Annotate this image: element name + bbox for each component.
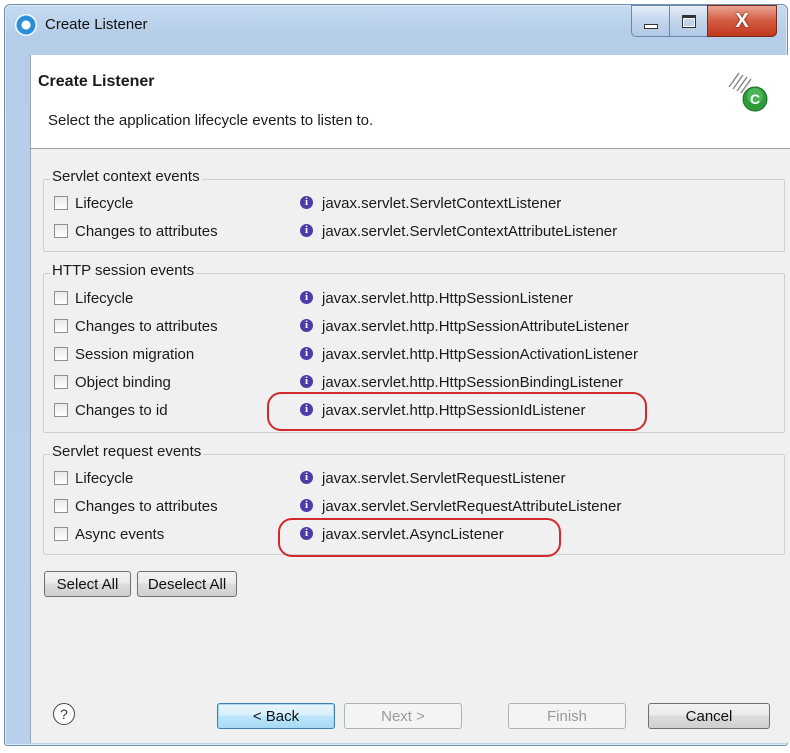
- interface-icon: i: [300, 471, 313, 484]
- select-all-button[interactable]: Select All: [44, 571, 131, 597]
- close-icon: X: [735, 9, 749, 32]
- maximize-icon: [682, 14, 696, 28]
- checkbox-label[interactable]: Changes to attributes: [75, 223, 218, 240]
- list-item: Changes to attributes i javax.servlet.ht…: [54, 316, 774, 338]
- lifecycle-checkbox[interactable]: [54, 471, 68, 485]
- session-migration-checkbox[interactable]: [54, 347, 68, 361]
- checkbox-label[interactable]: Lifecycle: [75, 290, 133, 307]
- changes-to-id-checkbox[interactable]: [54, 403, 68, 417]
- list-item: Object binding i javax.servlet.http.Http…: [54, 372, 774, 394]
- checkbox-label[interactable]: Session migration: [75, 346, 194, 363]
- http-session-events-group: HTTP session events Lifecycle i javax.se…: [43, 262, 785, 433]
- list-item: Lifecycle i javax.servlet.ServletRequest…: [54, 468, 774, 490]
- interface-icon: i: [300, 403, 313, 416]
- lifecycle-checkbox[interactable]: [54, 291, 68, 305]
- maximize-button[interactable]: [669, 5, 709, 37]
- list-item: Changes to id i javax.servlet.http.HttpS…: [54, 400, 774, 422]
- finish-button[interactable]: Finish: [508, 703, 626, 729]
- interface-icon: i: [300, 196, 313, 209]
- wizard-badge-letter: C: [750, 91, 760, 107]
- next-button[interactable]: Next >: [344, 703, 462, 729]
- window-title: Create Listener: [45, 16, 148, 33]
- help-icon[interactable]: ?: [53, 703, 75, 725]
- group-title: Servlet context events: [50, 168, 202, 185]
- changes-to-attributes-checkbox[interactable]: [54, 224, 68, 238]
- minimize-icon: [644, 23, 658, 29]
- checkbox-label[interactable]: Object binding: [75, 374, 171, 391]
- page-description: Select the application lifecycle events …: [48, 112, 374, 129]
- changes-to-attributes-checkbox[interactable]: [54, 319, 68, 333]
- interface-name: javax.servlet.http.HttpSessionIdListener: [322, 402, 586, 419]
- checkbox-label[interactable]: Changes to attributes: [75, 318, 218, 335]
- close-button[interactable]: X: [707, 5, 777, 37]
- interface-name: javax.servlet.http.HttpSessionActivation…: [322, 346, 638, 363]
- interface-name: javax.servlet.ServletRequestAttributeLis…: [322, 498, 622, 515]
- deselect-all-button[interactable]: Deselect All: [137, 571, 237, 597]
- dialog-window: Create Listener X Create Listener Select…: [4, 4, 790, 746]
- changes-to-attributes-checkbox[interactable]: [54, 499, 68, 513]
- checkbox-label[interactable]: Changes to id: [75, 402, 168, 419]
- list-item: Lifecycle i javax.servlet.ServletContext…: [54, 193, 774, 215]
- minimize-button[interactable]: [631, 5, 671, 37]
- cancel-button[interactable]: Cancel: [648, 703, 770, 729]
- interface-name: javax.servlet.AsyncListener: [322, 526, 504, 543]
- title-bar[interactable]: Create Listener X: [5, 5, 787, 47]
- dialog-client-area: Create Listener Select the application l…: [30, 55, 790, 743]
- checkbox-label[interactable]: Lifecycle: [75, 470, 133, 487]
- list-item: Changes to attributes i javax.servlet.Se…: [54, 221, 774, 243]
- interface-name: javax.servlet.ServletRequestListener: [322, 470, 566, 487]
- interface-icon: i: [300, 291, 313, 304]
- app-icon: [15, 14, 37, 36]
- async-events-checkbox[interactable]: [54, 527, 68, 541]
- checkbox-label[interactable]: Changes to attributes: [75, 498, 218, 515]
- list-item: Lifecycle i javax.servlet.http.HttpSessi…: [54, 288, 774, 310]
- list-item: Async events i javax.servlet.AsyncListen…: [54, 524, 774, 546]
- page-title: Create Listener: [38, 73, 155, 90]
- servlet-context-events-group: Servlet context events Lifecycle i javax…: [43, 168, 785, 252]
- wizard-header: Create Listener Select the application l…: [31, 55, 790, 149]
- wizard-banner-icon: C: [728, 72, 768, 112]
- interface-name: javax.servlet.http.HttpSessionBindingLis…: [322, 374, 623, 391]
- list-item: Session migration i javax.servlet.http.H…: [54, 344, 774, 366]
- interface-name: javax.servlet.ServletContextAttributeLis…: [322, 223, 618, 240]
- checkbox-label[interactable]: Async events: [75, 526, 164, 543]
- interface-icon: i: [300, 224, 313, 237]
- interface-name: javax.servlet.http.HttpSessionAttributeL…: [322, 318, 629, 335]
- lifecycle-checkbox[interactable]: [54, 196, 68, 210]
- interface-icon: i: [300, 499, 313, 512]
- checkbox-label[interactable]: Lifecycle: [75, 195, 133, 212]
- group-title: Servlet request events: [50, 443, 204, 460]
- back-button[interactable]: < Back: [217, 703, 335, 729]
- interface-icon: i: [300, 347, 313, 360]
- object-binding-checkbox[interactable]: [54, 375, 68, 389]
- interface-name: javax.servlet.ServletContextListener: [322, 195, 562, 212]
- interface-name: javax.servlet.http.HttpSessionListener: [322, 290, 573, 307]
- list-item: Changes to attributes i javax.servlet.Se…: [54, 496, 774, 518]
- interface-icon: i: [300, 319, 313, 332]
- interface-icon: i: [300, 375, 313, 388]
- group-title: HTTP session events: [50, 262, 197, 279]
- servlet-request-events-group: Servlet request events Lifecycle i javax…: [43, 443, 785, 555]
- interface-icon: i: [300, 527, 313, 540]
